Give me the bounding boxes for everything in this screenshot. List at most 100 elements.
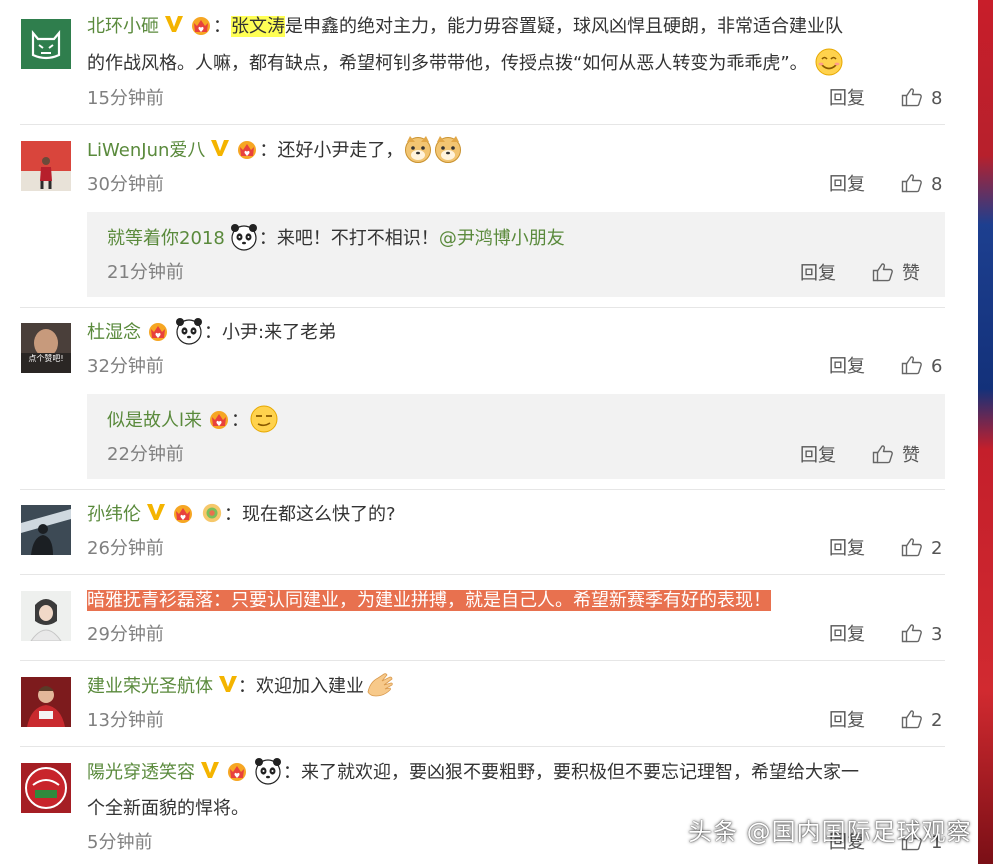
comment-body: 杜湿念 ：小尹:来了老弟 — [87, 315, 336, 351]
reply-button[interactable]: 回复 — [800, 262, 836, 286]
username-link[interactable]: 北环小砸 — [87, 16, 159, 37]
comment-time: 5分钟前 — [87, 832, 153, 853]
like-button[interactable]: 8 — [901, 87, 942, 111]
comment-text: 只要认同建业，为建业拼搏，就是自己人。希望新赛季有好的表现！ — [231, 590, 771, 611]
like-button[interactable]: 2 — [901, 709, 942, 733]
divider — [20, 574, 945, 575]
like-button[interactable]: 赞 — [872, 262, 920, 286]
thumbs-up-icon — [872, 262, 894, 282]
smile-emoji-icon — [814, 47, 844, 77]
highlighted-name: 张文涛 — [231, 16, 285, 37]
comment-body-cont: 的作战风格。人嘛，都有缺点，希望柯钊多带带他，传授点拨“如何从恶人转变为乖乖虎”… — [87, 46, 844, 82]
comment-time: 29分钟前 — [87, 624, 164, 645]
reply-button[interactable]: 回复 — [829, 709, 865, 733]
sub-reply-box: 似是故人l来 ： 22分钟前 回复 赞 — [87, 394, 945, 479]
verified-v-icon — [164, 14, 184, 34]
like-count: 2 — [931, 710, 943, 731]
like-label: 赞 — [902, 263, 920, 284]
like-button[interactable]: 赞 — [872, 444, 920, 468]
username-link[interactable]: LiWenJun爱八 — [87, 140, 205, 161]
reply-button[interactable]: 回复 — [829, 537, 865, 561]
highlighted-comment: 暗雅抚青衫磊落：只要认同建业，为建业拼搏，就是自己人。希望新赛季有好的表现！ — [87, 590, 771, 611]
comment-time: 32分钟前 — [87, 356, 164, 377]
mention-link[interactable]: @尹鸿博小朋友 — [439, 228, 565, 249]
like-button[interactable]: 8 — [901, 173, 942, 197]
avatar[interactable] — [21, 505, 71, 555]
colon: ： — [238, 676, 256, 697]
comment-body: LiWenJun爱八 ：还好小尹走了， — [87, 133, 463, 169]
comment-body: 建业荣光圣航体 ：欢迎加入建业 — [87, 669, 394, 705]
comment-text: 是申鑫的绝对主力，能力毋容置疑，球风凶悍且硬朗，非常适合建业队 — [285, 16, 843, 37]
comment-feed: 北环小砸 ：张文涛是申鑫的绝对主力，能力毋容置疑，球风凶悍且硬朗，非常适合建业队 … — [0, 0, 978, 864]
like-count: 6 — [931, 356, 943, 377]
colon: ： — [204, 322, 222, 343]
avatar[interactable] — [21, 591, 71, 641]
sub-reply-body: 似是故人l来 ： — [107, 403, 279, 439]
reply-button[interactable]: 回复 — [800, 444, 836, 468]
username-link[interactable]: 陽光穿透笑容 — [87, 762, 195, 783]
reply-button[interactable]: 回复 — [829, 355, 865, 379]
like-button[interactable]: 6 — [901, 355, 942, 379]
comment-time: 22分钟前 — [107, 444, 184, 465]
username-link[interactable]: 就等着你2018 — [107, 228, 225, 249]
avatar[interactable]: 点个赞吧! — [21, 323, 71, 373]
watermark: 头条 @国内国际足球观察 — [688, 818, 972, 846]
avatar[interactable] — [21, 19, 71, 69]
doge-emoji-icon — [403, 134, 433, 164]
comment-text: 还好小尹走了， — [277, 140, 404, 161]
like-count: 2 — [931, 538, 943, 559]
username-link[interactable]: 建业荣光圣航体 — [87, 676, 213, 697]
reply-button[interactable]: 回复 — [829, 87, 865, 111]
comment-body: 孙纬伦 ：现在都这么快了的? — [87, 497, 396, 533]
like-button[interactable]: 2 — [901, 537, 942, 561]
comment-time: 21分钟前 — [107, 262, 184, 283]
comment-body: 陽光穿透笑容 ：来了就欢迎，要凶狠不要粗野，要积极但不要忘记理智，希望给大家一 — [87, 755, 859, 791]
avatar[interactable] — [21, 141, 71, 191]
member-crown-icon — [235, 138, 259, 160]
verified-v-icon — [218, 674, 238, 694]
member-crown-icon — [225, 760, 249, 782]
thumbs-up-icon — [901, 623, 923, 643]
divider — [20, 307, 945, 308]
verified-v-icon — [210, 138, 230, 158]
verified-v-icon — [146, 502, 166, 522]
comment-body: 北环小砸 ：张文涛是申鑫的绝对主力，能力毋容置疑，球风凶悍且硬朗，非常适合建业队 — [87, 9, 843, 45]
avatar-caption: 点个赞吧! — [28, 353, 63, 363]
like-button[interactable]: 3 — [901, 623, 942, 647]
avatar[interactable] — [21, 763, 71, 813]
comment-text: 来吧！不打不相识！ — [276, 228, 439, 249]
like-count: 8 — [931, 88, 943, 109]
clap-emoji-icon — [364, 670, 394, 700]
comment-time: 13分钟前 — [87, 710, 164, 731]
colon: ： — [224, 504, 242, 525]
avatar[interactable] — [21, 677, 71, 727]
username-link[interactable]: 杜湿念 — [87, 322, 141, 343]
background-photo-edge — [978, 0, 993, 864]
colon: ： — [231, 410, 250, 431]
member-crown-icon — [146, 320, 170, 342]
comment-text: 欢迎加入建业 — [256, 676, 364, 697]
sub-reply-box: 就等着你2018 ：来吧！不打不相识！@尹鸿博小朋友 21分钟前 回复 赞 — [87, 212, 945, 297]
thumbs-up-icon — [901, 355, 923, 375]
comment-text: 个全新面貌的悍将。 — [87, 798, 249, 819]
comment-body-cont: 个全新面貌的悍将。 — [87, 791, 249, 827]
panda-emoji-icon — [229, 222, 259, 252]
comment-time: 15分钟前 — [87, 88, 164, 109]
comment-body: 暗雅抚青衫磊落：只要认同建业，为建业拼搏，就是自己人。希望新赛季有好的表现！ — [87, 583, 771, 619]
thumbs-up-icon — [901, 537, 923, 557]
reply-button[interactable]: 回复 — [829, 623, 865, 647]
member-crown-icon — [189, 14, 213, 36]
comment-text: 来了就欢迎，要凶狠不要粗野，要积极但不要忘记理智，希望给大家一 — [301, 762, 859, 783]
thumbs-up-icon — [872, 444, 894, 464]
username-link[interactable]: 似是故人l来 — [107, 410, 202, 431]
thumbs-up-icon — [901, 709, 923, 729]
sly-smile-emoji-icon — [249, 404, 279, 434]
like-count: 8 — [931, 174, 943, 195]
colon: ： — [258, 228, 277, 249]
reply-button[interactable]: 回复 — [829, 173, 865, 197]
verified-v-icon — [200, 760, 220, 780]
username-link[interactable]: 暗雅抚青衫磊落 — [87, 590, 213, 611]
sub-reply-body: 就等着你2018 ：来吧！不打不相识！@尹鸿博小朋友 — [107, 221, 565, 257]
username-link[interactable]: 孙纬伦 — [87, 504, 141, 525]
like-label: 赞 — [902, 445, 920, 466]
